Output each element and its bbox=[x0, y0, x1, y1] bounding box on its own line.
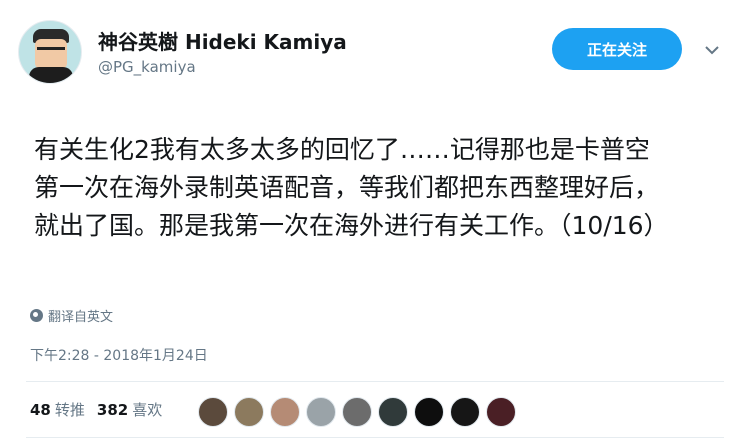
avatar-face bbox=[35, 39, 67, 69]
timestamp[interactable]: 下午2:28 - 2018年1月24日 bbox=[30, 345, 208, 365]
tweet-text: 有关生化2我有太多太多的回忆了……记得那也是卡普空 第一次在海外录制英语配音，等… bbox=[34, 131, 734, 245]
following-button[interactable]: 正在关注 bbox=[552, 28, 682, 70]
liker-avatar[interactable] bbox=[234, 397, 264, 427]
retweet-count: 48 bbox=[30, 401, 51, 419]
liker-avatar[interactable] bbox=[450, 397, 480, 427]
translate-link[interactable]: 翻译自英文 bbox=[30, 306, 113, 325]
tweet-line-2: 第一次在海外录制英语配音，等我们都把东西整理好后， bbox=[34, 173, 660, 202]
avatar-body bbox=[29, 67, 73, 83]
liker-avatar[interactable] bbox=[270, 397, 300, 427]
liker-avatar[interactable] bbox=[486, 397, 516, 427]
liker-avatar[interactable] bbox=[306, 397, 336, 427]
divider bbox=[26, 437, 724, 438]
like-label: 喜欢 bbox=[132, 401, 163, 419]
translate-label: 翻译自英文 bbox=[48, 310, 114, 325]
tweet-line-3: 就出了国。那是我第一次在海外进行有关工作。（10/16） bbox=[34, 211, 669, 240]
globe-icon bbox=[30, 309, 43, 322]
retweet-stat[interactable]: 48 转推 bbox=[30, 399, 85, 420]
engagement-stats: 48 转推 382 喜欢 bbox=[30, 399, 162, 420]
liker-avatar[interactable] bbox=[342, 397, 372, 427]
liker-avatar[interactable] bbox=[198, 397, 228, 427]
like-count: 382 bbox=[96, 401, 129, 419]
liker-avatars bbox=[198, 397, 516, 427]
like-stat[interactable]: 382 喜欢 bbox=[97, 399, 162, 420]
avatar[interactable] bbox=[18, 20, 82, 84]
chevron-down-icon[interactable] bbox=[700, 38, 724, 62]
user-handle[interactable]: @PG_kamiya bbox=[98, 58, 196, 76]
divider bbox=[26, 381, 724, 382]
avatar-glasses bbox=[37, 47, 65, 54]
display-name[interactable]: 神谷英樹 Hideki Kamiya bbox=[98, 26, 347, 55]
tweet-line-1: 有关生化2我有太多太多的回忆了……记得那也是卡普空 bbox=[34, 135, 650, 164]
liker-avatar[interactable] bbox=[378, 397, 408, 427]
liker-avatar[interactable] bbox=[414, 397, 444, 427]
retweet-label: 转推 bbox=[54, 401, 85, 419]
